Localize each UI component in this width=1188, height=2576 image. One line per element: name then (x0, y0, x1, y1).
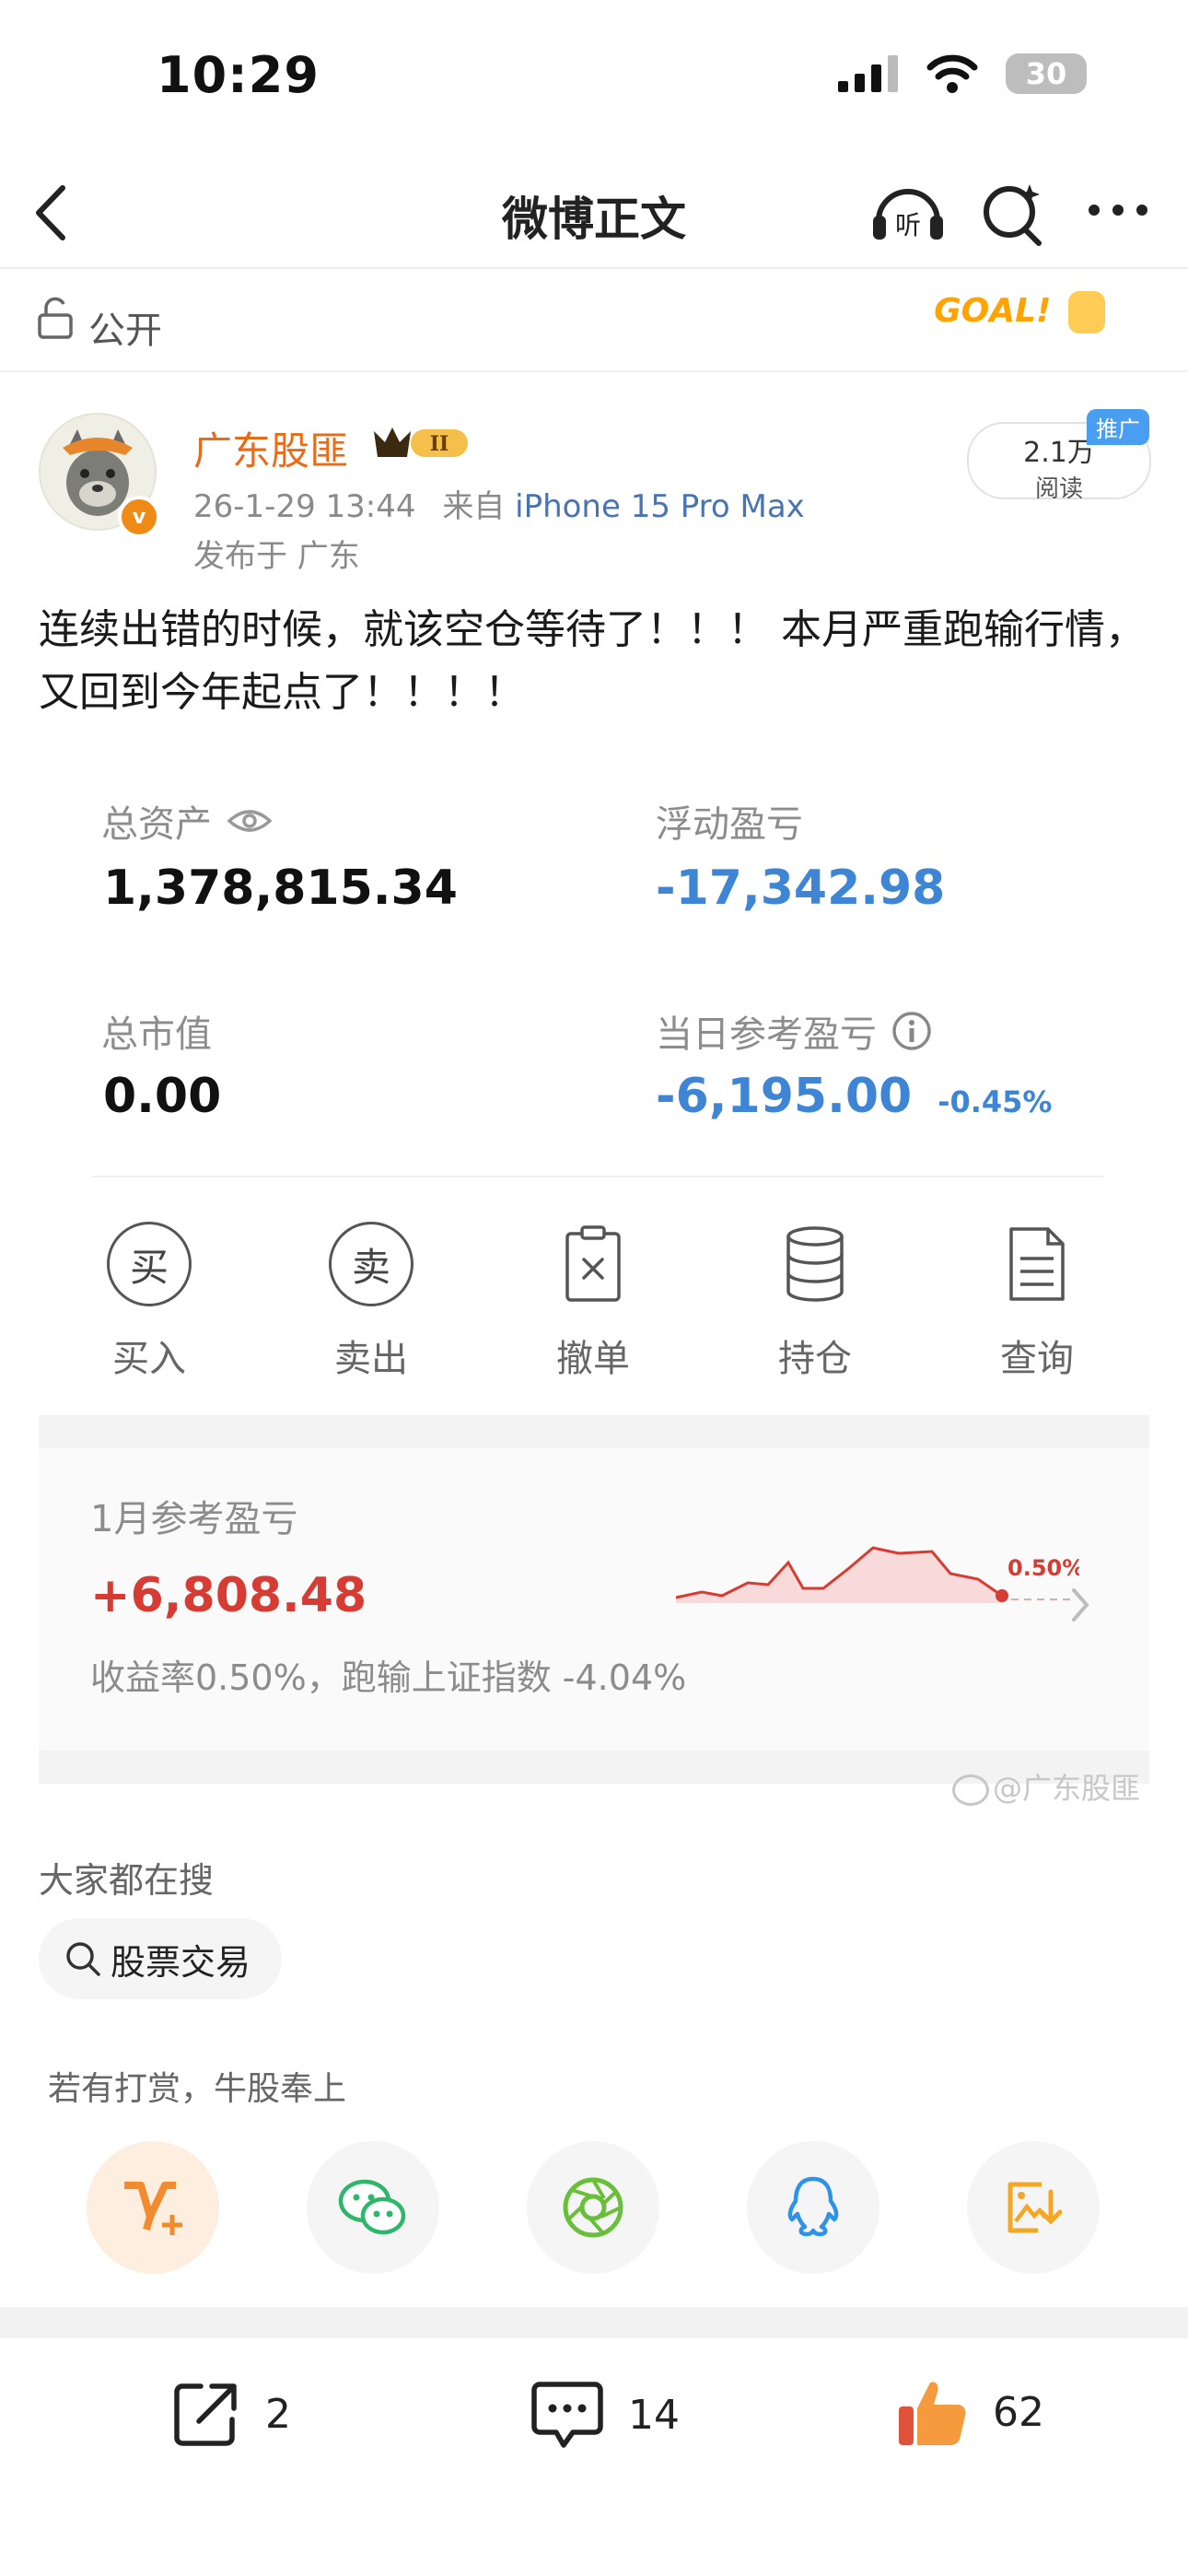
status-time: 10:29 (157, 46, 320, 104)
sparkline-end-label: 0.50% (1007, 1555, 1079, 1581)
reads-label: 阅读 (1034, 475, 1083, 503)
sell-label: 卖出 (334, 1338, 408, 1380)
buy-button[interactable]: 买 买入 (66, 1222, 232, 1382)
vip-level: II (430, 432, 449, 456)
chevron-right-icon (1072, 1588, 1089, 1622)
floating-pl-label: 浮动盈亏 (656, 803, 803, 846)
qq-icon (787, 2176, 839, 2237)
section-separator (39, 1415, 1149, 1448)
post-text: 连续出错的时候，就该空仓等待了！！！ 本月严重跑输行情，又回到今年起点了！！！！ (39, 606, 1146, 716)
monthly-pl-summary: 收益率0.50%，跑输上证指数 -4.04% (90, 1657, 687, 1698)
sell-glyph-icon: 卖 (329, 1222, 413, 1306)
wifi-icon (926, 54, 978, 93)
reward-text: 若有打赏，牛股奉上 (48, 2070, 347, 2108)
battery-indicator: 30 (1006, 53, 1087, 94)
monthly-pl-title: 1月参考盈亏 (90, 1498, 298, 1540)
daily-pl-value: -6,195.00 (656, 1069, 913, 1124)
watermark-text: @广东股匪 (992, 1771, 1140, 1806)
daily-pl-percent: -0.45% (938, 1084, 1053, 1119)
search-chip[interactable]: 股票交易 (39, 1918, 283, 1999)
query-button[interactable]: 查询 (954, 1222, 1120, 1382)
market-value-label: 总市值 (101, 1013, 212, 1056)
positions-label: 持仓 (778, 1338, 852, 1380)
visibility-row: 公开 GOAL! (0, 269, 1188, 372)
buy-label: 买入 (112, 1338, 186, 1380)
monthly-sparkline: 0.50% (675, 1546, 1079, 1603)
trending-search-header: 大家都在搜 (39, 1860, 215, 1901)
market-value-value: 0.00 (103, 1069, 222, 1124)
search-icon (66, 1942, 100, 1976)
more-options-icon[interactable] (1087, 203, 1149, 217)
sell-button[interactable]: 卖 卖出 (288, 1222, 454, 1382)
total-assets-label-row: 总资产 (101, 794, 273, 848)
daily-pl-label: 当日参考盈亏 (656, 1013, 877, 1056)
info-icon[interactable] (891, 1011, 932, 1051)
bottom-separator (0, 2307, 1188, 2338)
total-assets-value: 1,378,815.34 (103, 861, 458, 916)
visibility-label: 公开 (88, 310, 162, 352)
unlock-icon (38, 297, 73, 339)
vplus-button[interactable] (87, 2141, 219, 2274)
post-device[interactable]: iPhone 15 Pro Max (515, 488, 805, 525)
verified-badge-icon: v (118, 496, 160, 538)
like-count: 62 (993, 2388, 1044, 2436)
nav-bar: 微博正文 听 (0, 157, 1188, 269)
search-spark-icon[interactable] (982, 179, 1046, 247)
ad-tag: 推广 (1087, 409, 1149, 445)
post-location: 发布于 广东 (193, 538, 360, 575)
hand-sticker-icon (1068, 291, 1105, 334)
weibo-logo-icon (951, 1774, 989, 1806)
vplus-icon (124, 2182, 182, 2235)
watermark: @广东股匪 (951, 1765, 1140, 1808)
daily-pl-row: -6,195.00 -0.45% (656, 1069, 1052, 1124)
search-chip-label: 股票交易 (111, 1941, 251, 1983)
goal-sticker: GOAL! (934, 291, 1105, 334)
repost-icon (174, 2383, 237, 2446)
document-icon (1009, 1227, 1065, 1301)
cancel-order-icon (565, 1225, 621, 1302)
like-button[interactable]: 62 (895, 2375, 1044, 2449)
moments-icon (563, 2177, 623, 2238)
wechat-share-button[interactable] (307, 2141, 439, 2274)
buy-glyph-icon: 买 (107, 1222, 192, 1306)
wechat-icon (338, 2179, 406, 2235)
status-icons: 30 (838, 53, 1087, 94)
repost-count: 2 (265, 2390, 291, 2438)
cancel-order-label: 撤单 (556, 1338, 630, 1380)
author-name[interactable]: 广东股匪 (193, 420, 348, 476)
save-image-button[interactable] (967, 2141, 1100, 2274)
post-via: 来自 (442, 488, 506, 525)
save-image-icon (1007, 2182, 1062, 2233)
bottom-action-bar: 2 14 62 (0, 2338, 1188, 2576)
vip-crown-badge-icon[interactable]: II (370, 422, 472, 463)
total-assets-label: 总资产 (101, 803, 212, 846)
database-icon (786, 1226, 844, 1302)
floating-pl-value: -17,342.98 (656, 861, 946, 916)
comment-icon (531, 2382, 603, 2448)
cellular-signal-icon (838, 55, 898, 92)
listen-headphones-icon[interactable]: 听 (869, 179, 947, 247)
daily-pl-label-row: 当日参考盈亏 (656, 1004, 932, 1058)
monthly-pl-card[interactable]: 1月参考盈亏 +6,808.48 收益率0.50%，跑输上证指数 -4.04% … (39, 1448, 1149, 1780)
repost-button[interactable]: 2 (171, 2379, 291, 2449)
thumbs-up-icon (899, 2382, 966, 2445)
comment-button[interactable]: 14 (530, 2379, 680, 2451)
moments-share-button[interactable] (527, 2141, 659, 2274)
cancel-order-button[interactable]: 撤单 (510, 1222, 676, 1382)
qq-share-button[interactable] (747, 2141, 879, 2274)
svg-text:听: 听 (895, 210, 921, 240)
goal-sticker-text: GOAL! (934, 292, 1052, 330)
post-time: 26-1-29 13:44 (193, 488, 416, 525)
positions-button[interactable]: 持仓 (732, 1222, 898, 1382)
card-divider (92, 1176, 1103, 1177)
monthly-pl-value: +6,808.48 (90, 1568, 367, 1623)
query-label: 查询 (1000, 1338, 1074, 1380)
comment-count: 14 (628, 2391, 680, 2439)
eye-icon[interactable] (227, 806, 273, 836)
post-meta: 26-1-29 13:44 来自 iPhone 15 Pro Max (193, 481, 805, 526)
